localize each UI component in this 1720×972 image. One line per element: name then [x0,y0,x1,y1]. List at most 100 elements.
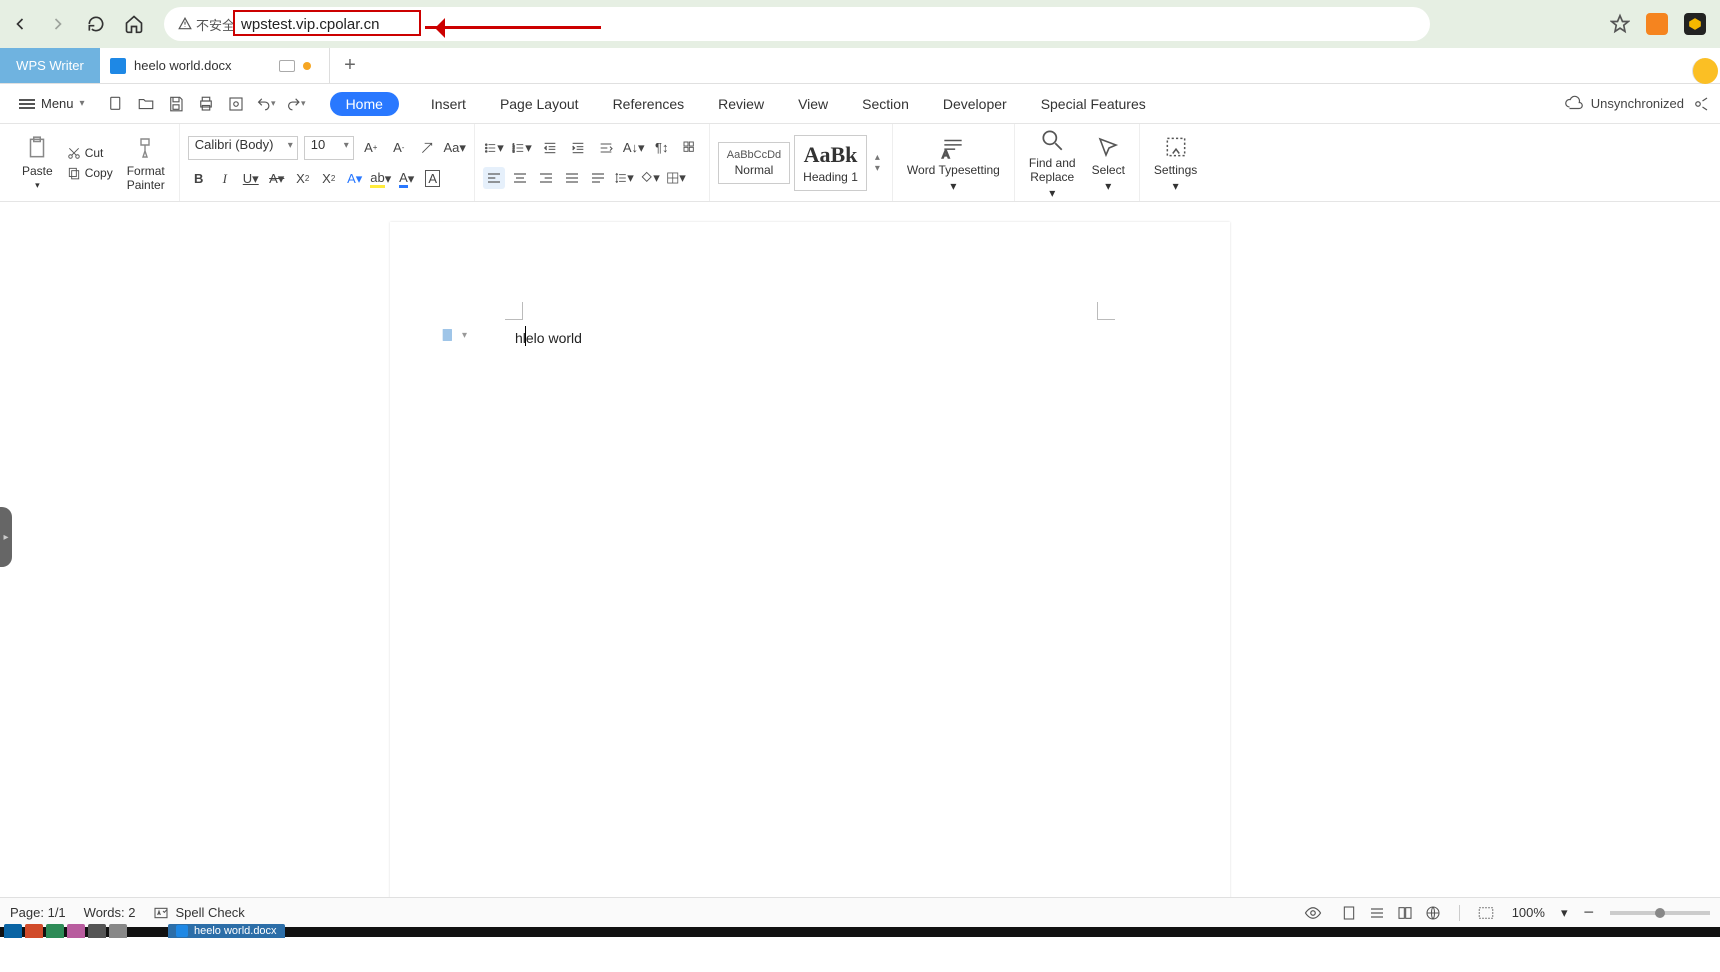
back-button[interactable] [10,14,30,34]
sort-button[interactable]: ¶↕ [651,137,673,159]
font-size-select[interactable]: 10 [304,136,354,160]
extension-icon[interactable] [1684,13,1706,35]
insecure-badge[interactable]: 不安全 [178,15,235,34]
font-color-button[interactable]: A▾ [396,168,418,190]
select-button[interactable]: Select▾ [1086,133,1131,193]
ribbon-tab-page-layout[interactable]: Page Layout [498,92,581,116]
taskbar-active-item[interactable]: heelo world.docx [168,924,285,938]
ribbon-tab-view[interactable]: View [796,92,830,116]
borders-button[interactable]: ▾ [665,167,687,189]
text-direction-button[interactable]: A↓▾ [623,137,645,159]
reload-button[interactable] [86,14,106,34]
outline-view-icon[interactable] [1367,903,1387,923]
align-justify-button[interactable] [561,167,583,189]
address-bar[interactable]: 不安全 wpstest.vip.cpolar.cn [164,7,1430,41]
grow-font-icon[interactable]: A+ [360,137,382,159]
strikethrough-button[interactable]: A▾ [266,168,288,190]
ribbon-tab-references[interactable]: References [611,92,687,116]
subscript-button[interactable]: X2 [318,168,340,190]
style-heading1[interactable]: AaBk Heading 1 [794,135,867,191]
undo-button[interactable]: ▾ [256,94,276,114]
line-spacing-button[interactable]: ▾ [613,167,635,189]
align-right-button[interactable] [535,167,557,189]
taskbar-app-3[interactable] [46,924,64,938]
status-page[interactable]: Page: 1/1 [10,905,66,920]
sync-status[interactable]: Unsynchronized [1565,95,1710,113]
open-file-icon[interactable] [136,94,156,114]
font-name-select[interactable]: Calibri (Body) [188,136,298,160]
increase-indent-button[interactable] [567,137,589,159]
superscript-button[interactable]: X2 [292,168,314,190]
zoom-value[interactable]: 100% [1512,905,1545,920]
clear-formatting-icon[interactable] [416,137,438,159]
user-avatar[interactable] [1692,58,1718,84]
numbered-list-button[interactable]: 123▾ [511,137,533,159]
eye-mode-icon[interactable] [1303,903,1323,923]
new-tab-button[interactable]: + [330,48,370,83]
bullet-list-button[interactable]: ▾ [483,137,505,159]
redo-button[interactable]: ▾ [286,94,306,114]
italic-button[interactable]: I [214,168,236,190]
bold-button[interactable]: B [188,168,210,190]
copy-button[interactable]: Copy [63,165,117,181]
reading-view-icon[interactable] [1395,903,1415,923]
ribbon-tab-developer[interactable]: Developer [941,92,1009,116]
presentation-mode-icon[interactable] [279,60,295,72]
wps-writer-tab[interactable]: WPS Writer [0,48,100,83]
ribbon-tab-insert[interactable]: Insert [429,92,468,116]
change-case-button[interactable]: Aa▾ [444,137,466,159]
ribbon-tab-section[interactable]: Section [860,92,911,116]
align-left-button[interactable] [483,167,505,189]
print-icon[interactable] [196,94,216,114]
word-typesetting-button[interactable]: A Word Typesetting▾ [901,133,1006,193]
decrease-indent-button[interactable] [539,137,561,159]
ribbon-tab-review[interactable]: Review [716,92,766,116]
find-replace-button[interactable]: Find and Replace▾ [1023,126,1082,200]
web-view-icon[interactable] [1423,903,1443,923]
taskbar-app-6[interactable] [109,924,127,938]
taskbar-app-1[interactable] [4,924,22,938]
styles-expand-button[interactable]: ▴▾ [871,152,884,174]
document-tab[interactable]: heelo world.docx [100,48,330,83]
taskbar-app-2[interactable] [25,924,43,938]
format-painter-button[interactable]: Format Painter [121,134,171,192]
settings-button[interactable]: Settings▾ [1148,133,1203,193]
home-button[interactable] [124,14,144,34]
status-words[interactable]: Words: 2 [84,905,136,920]
cut-button[interactable]: Cut [63,145,117,161]
character-border-button[interactable]: A [422,168,444,190]
highlight-color-button[interactable]: ab▾ [370,168,392,190]
new-file-icon[interactable] [106,94,126,114]
print-preview-icon[interactable] [226,94,246,114]
paste-button[interactable]: Paste▾ [16,134,59,191]
fit-width-icon[interactable] [1476,903,1496,923]
document-page[interactable]: ▾ hlelo world [390,222,1230,897]
page-view-icon[interactable] [1339,903,1359,923]
shrink-font-icon[interactable]: A- [388,137,410,159]
taskbar-app-4[interactable] [67,924,85,938]
document-tab-label: heelo world.docx [134,58,232,73]
menu-button[interactable]: Menu ▾ [10,91,94,116]
text-effects-button[interactable]: A▾ [344,168,366,190]
align-distribute-button[interactable] [587,167,609,189]
forward-button[interactable] [48,14,68,34]
ribbon-tab-special[interactable]: Special Features [1039,92,1148,116]
underline-button[interactable]: U▾ [240,168,262,190]
document-canvas[interactable]: ▸ ▾ hlelo world [0,202,1720,897]
style-normal[interactable]: AaBbCcDd Normal [718,142,790,184]
align-center-button[interactable] [509,167,531,189]
shading-button[interactable]: ▾ [639,167,661,189]
spell-check-button[interactable]: Spell Check [153,905,244,921]
zoom-out-button[interactable]: − [1583,902,1594,923]
share-icon[interactable] [1692,95,1710,113]
show-marks-button[interactable] [679,137,701,159]
zoom-slider[interactable] [1610,911,1710,915]
asian-layout-button[interactable] [595,137,617,159]
taskbar-app-5[interactable] [88,924,106,938]
side-panel-handle[interactable]: ▸ [0,507,12,567]
paragraph-widget[interactable]: ▾ [440,327,467,343]
bookmark-star-icon[interactable] [1610,14,1630,34]
ribbon-tab-home[interactable]: Home [330,92,399,116]
save-icon[interactable] [166,94,186,114]
metamask-extension-icon[interactable] [1646,13,1668,35]
